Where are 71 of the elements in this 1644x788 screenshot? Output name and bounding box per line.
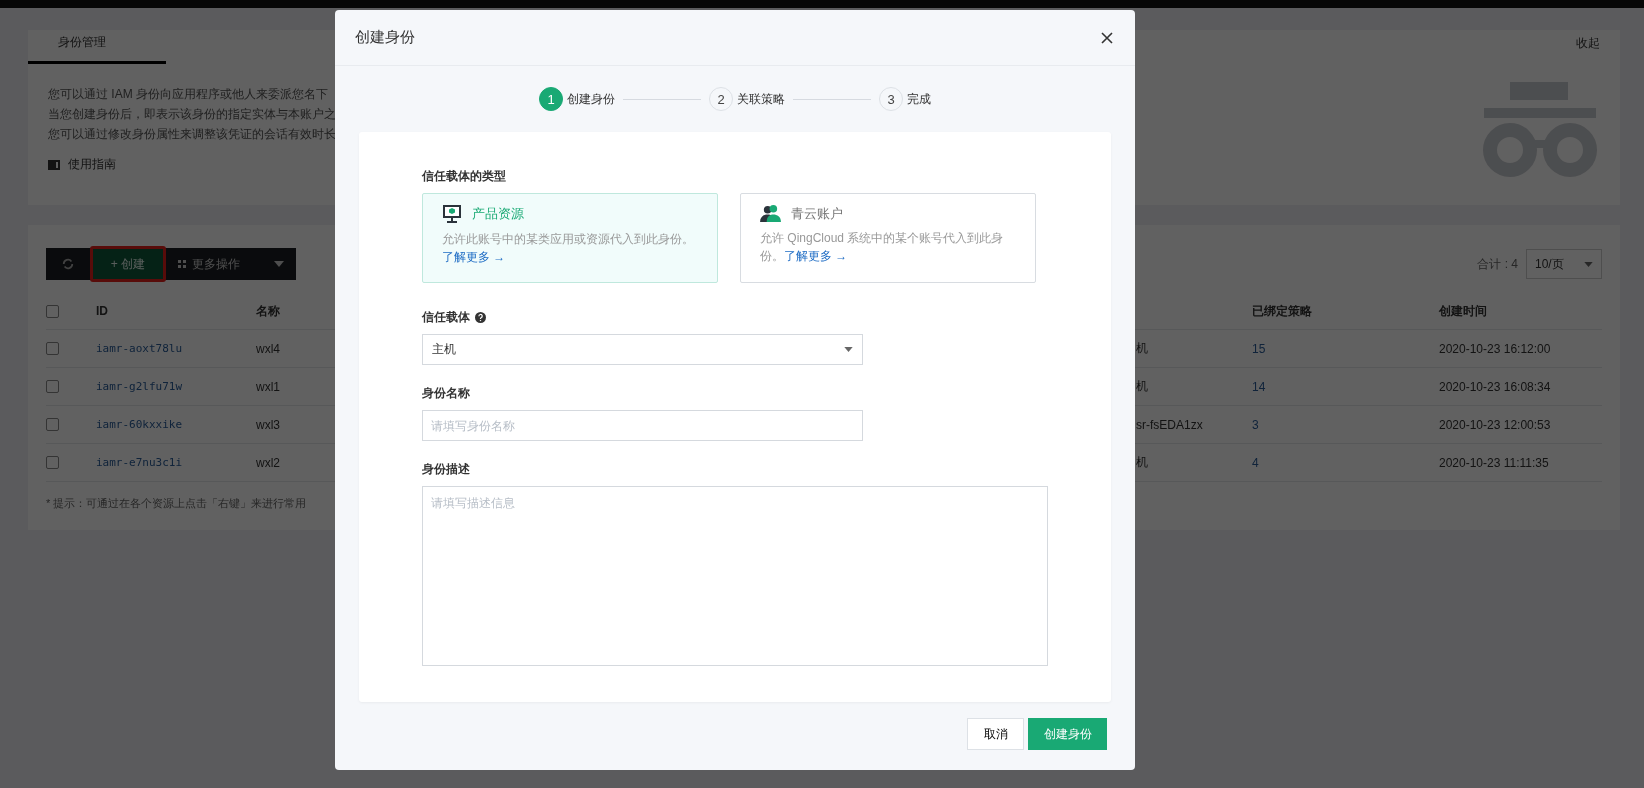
- users-icon: [760, 204, 781, 223]
- table-cell: 机: [1136, 340, 1148, 357]
- learn-more-link[interactable]: 了解更多 →: [784, 249, 848, 263]
- checkbox[interactable]: [46, 342, 59, 355]
- policy-count-link[interactable]: 14: [1252, 379, 1266, 394]
- checkbox[interactable]: [46, 418, 59, 431]
- total-count: 合计 : 4: [1477, 255, 1518, 273]
- intro-text: 您可以通过修改身份属性来调整该凭证的会话有效时长: [48, 126, 336, 143]
- column-header: 创建时间: [1439, 302, 1487, 320]
- step-label: 完成: [907, 90, 931, 108]
- intro-text: 当您创建身份后，即表示该身份的指定实体与本账户之: [48, 106, 336, 123]
- type-option-card[interactable]: 青云账户 允许 QingCloud 系统中的某个账号代入到此身份。了解更多 →: [740, 193, 1036, 283]
- cancel-button[interactable]: 取消: [967, 718, 1024, 750]
- id-link[interactable]: iamr-g2lfu71w: [96, 380, 183, 393]
- table-cell: 2020-10-23 12:00:53: [1439, 417, 1551, 432]
- field-label: 信任载体的类型: [422, 168, 507, 185]
- dialog-title: 创建身份: [355, 28, 415, 47]
- field-label: 信任载体: [422, 309, 470, 326]
- caret-icon: [1584, 261, 1593, 267]
- refresh-icon: [62, 258, 74, 270]
- book-icon: [48, 159, 60, 170]
- table-cell: 机: [1136, 454, 1148, 471]
- checkbox[interactable]: [46, 304, 59, 318]
- carrier-select[interactable]: 主机: [422, 334, 863, 365]
- field-label: 身份描述: [422, 461, 471, 478]
- table-cell: wxl1: [256, 379, 280, 394]
- table-cell: wxl4: [256, 341, 280, 356]
- policy-count-link[interactable]: 15: [1252, 341, 1266, 356]
- collapse-link[interactable]: 收起: [1576, 35, 1600, 64]
- table-cell: 2020-10-23 16:08:34: [1439, 379, 1551, 394]
- field-label: 身份名称: [422, 385, 471, 402]
- page-size-select[interactable]: 10/页: [1526, 249, 1602, 279]
- id-link[interactable]: iamr-aoxt78lu: [96, 342, 183, 355]
- checkbox[interactable]: [46, 456, 59, 469]
- id-link[interactable]: iamr-60kxxike: [96, 418, 183, 431]
- tab[interactable]: 身份管理: [28, 34, 166, 64]
- create-button[interactable]: + 创建: [93, 249, 163, 279]
- close-icon[interactable]: [1101, 31, 1113, 44]
- option-description: 允许此账号中的某类应用或资源代入到此身份。 了解更多 →: [442, 231, 695, 266]
- table-cell: 2020-10-23 11:11:35: [1439, 455, 1549, 470]
- learn-more-link[interactable]: 了解更多 →: [442, 250, 506, 264]
- type-option-card[interactable]: 产品资源 允许此账号中的某类应用或资源代入到此身份。 了解更多 →: [422, 193, 718, 283]
- submit-button[interactable]: 创建身份: [1028, 718, 1107, 750]
- name-input[interactable]: 请填写身份名称: [422, 410, 863, 441]
- option-title: 青云账户: [791, 204, 843, 223]
- table-cell: wxl3: [256, 417, 280, 432]
- step-label: 创建身份: [567, 90, 615, 108]
- table-cell: 机: [1136, 378, 1148, 395]
- caret-icon: [274, 261, 284, 267]
- monitor-icon: [442, 204, 462, 224]
- description-input[interactable]: 请填写描述信息: [422, 486, 1048, 666]
- grid-icon: [178, 260, 186, 268]
- table-cell: 2020-10-23 16:12:00: [1439, 341, 1551, 356]
- policy-count-link[interactable]: 4: [1252, 455, 1259, 470]
- guide-link[interactable]: 使用指南: [68, 156, 116, 173]
- option-title: 产品资源: [472, 205, 524, 223]
- more-actions-button[interactable]: 更多操作: [166, 255, 296, 273]
- column-header: 已绑定策略: [1252, 302, 1312, 320]
- table-cell: wxl2: [256, 455, 280, 470]
- column-header: 名称: [256, 302, 280, 320]
- checkbox[interactable]: [46, 380, 59, 393]
- table-cell: sr-fsEDA1zx: [1136, 417, 1203, 432]
- intro-text: 您可以通过 IAM 身份向应用程序或他人来委派您名下: [48, 86, 329, 103]
- id-link[interactable]: iamr-e7nu3c1i: [96, 456, 183, 469]
- policy-count-link[interactable]: 3: [1252, 417, 1259, 432]
- step-number: 1: [539, 87, 563, 111]
- step-label: 关联策略: [737, 90, 785, 108]
- column-header: ID: [96, 304, 108, 318]
- help-icon[interactable]: [475, 312, 486, 323]
- caret-icon: [844, 347, 853, 352]
- option-description: 允许 QingCloud 系统中的某个账号代入到此身份。了解更多 →: [760, 230, 1005, 265]
